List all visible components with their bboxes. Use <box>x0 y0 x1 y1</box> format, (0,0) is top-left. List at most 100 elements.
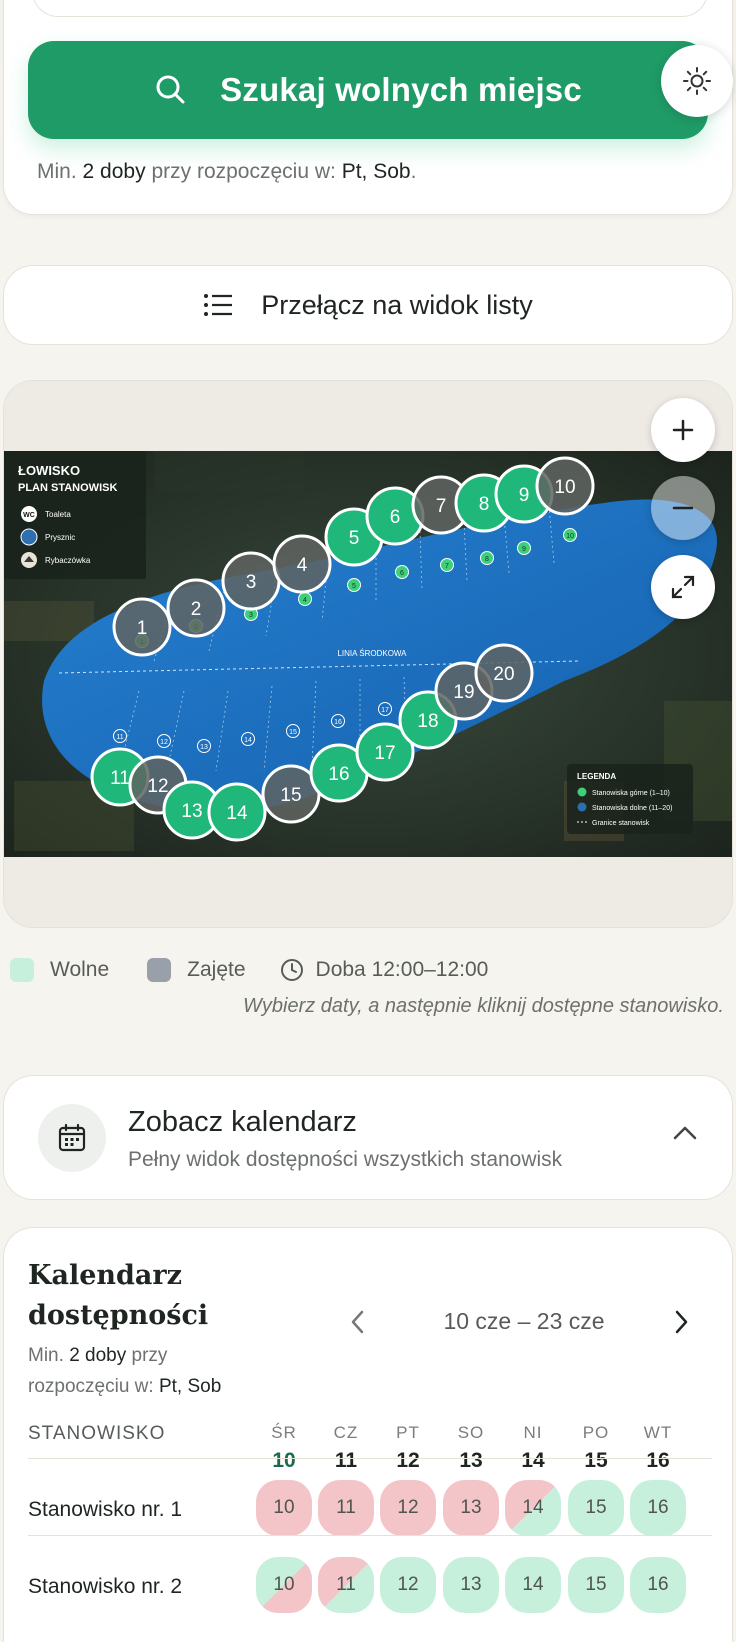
mini-marker-label: 13 <box>200 744 208 751</box>
calendar-day-cell[interactable]: 14 <box>505 1480 561 1536</box>
plus-icon <box>672 419 694 441</box>
map-spot-label: 8 <box>479 494 490 515</box>
calendar-toggle[interactable]: Zobacz kalendarz Pełny widok dostępności… <box>3 1075 733 1200</box>
next-range-button[interactable] <box>672 1308 690 1336</box>
calendar-day-cell[interactable]: 14 <box>505 1557 561 1613</box>
hours-label: Doba 12:00–12:00 <box>315 958 489 981</box>
day-number: 12 <box>396 1449 420 1472</box>
map-spot-10[interactable]: 10 <box>535 456 595 516</box>
map-spot-label: 1 <box>137 618 148 639</box>
calendar-day-cell[interactable]: 13 <box>443 1480 499 1536</box>
day-name: PO <box>582 1423 610 1442</box>
map-spot-label: 6 <box>390 507 401 528</box>
calendar-icon <box>58 1123 86 1152</box>
mini-marker-label: 9 <box>522 546 526 553</box>
min-note-days: Pt, Sob <box>341 160 411 183</box>
busy-swatch <box>147 958 172 982</box>
map-spot-label: 10 <box>554 477 575 498</box>
calendar-day-cell[interactable]: 10 <box>256 1557 312 1613</box>
day-name: CZ <box>333 1423 359 1442</box>
day-name: ŚR <box>271 1423 297 1442</box>
calendar-day-cell[interactable]: 16 <box>630 1480 686 1536</box>
map-spot-label: 5 <box>349 528 360 549</box>
day-number: 14 <box>521 1449 545 1472</box>
mini-marker-label: 7 <box>445 563 449 570</box>
zoom-out-button[interactable] <box>651 476 715 540</box>
map-spot-label: 11 <box>110 768 130 789</box>
map-spot-label: 16 <box>328 764 349 785</box>
map-spot-label: 4 <box>297 555 308 576</box>
theme-toggle-button[interactable] <box>661 45 733 117</box>
map-legend-title: LEGENDA <box>577 772 616 781</box>
clock-icon <box>280 959 303 981</box>
calendar-day-cell[interactable]: 13 <box>443 1557 499 1613</box>
min-note-mid: przy rozpoczęciu w: <box>151 160 336 183</box>
mini-marker-label: 10 <box>566 533 574 540</box>
minus-icon <box>672 506 694 510</box>
shower-label: Prysznic <box>45 533 75 542</box>
map-spot-label: 12 <box>147 776 168 797</box>
calendar-day-cell[interactable]: 12 <box>380 1557 436 1613</box>
search-button-label: Szukaj wolnych miejsc <box>220 71 582 108</box>
expand-icon <box>671 575 695 599</box>
day-column-header: ŚR 10 <box>256 1423 312 1473</box>
list-view-toggle-button[interactable]: Przełącz na widok listy <box>3 265 733 345</box>
calendar-day-cell[interactable]: 12 <box>380 1480 436 1536</box>
toilet-label: Toaleta <box>45 510 71 519</box>
shower-icon <box>20 528 38 546</box>
legend-lower: Stanowiska dolne (11–20) <box>592 805 672 812</box>
chevron-up-icon <box>673 1126 697 1140</box>
fullscreen-button[interactable] <box>651 555 715 619</box>
map-spot-14[interactable]: 14 <box>207 782 267 842</box>
mini-marker-label: 15 <box>289 729 297 736</box>
mini-marker-label: 5 <box>352 583 356 590</box>
mini-marker-label: 4 <box>303 597 307 604</box>
map-spot-3[interactable]: 3 <box>221 551 281 611</box>
mini-marker-label: 3 <box>249 612 253 619</box>
map-title-panel: ŁOWISKO PLAN STANOWISK WC Toaleta Pryszn… <box>4 451 146 579</box>
map-spot-label: 7 <box>436 496 447 517</box>
zoom-in-button[interactable] <box>651 398 715 462</box>
map-spot-label: 18 <box>417 711 438 732</box>
calendar-day-cell[interactable]: 11 <box>318 1557 374 1613</box>
search-icon <box>156 75 185 104</box>
calendar-day-cell[interactable]: 11 <box>318 1480 374 1536</box>
mini-marker-label: 11 <box>116 734 123 741</box>
prev-range-button[interactable] <box>349 1308 367 1336</box>
map-spot-label: 20 <box>493 664 514 685</box>
mini-marker-label: 8 <box>485 556 489 563</box>
day-number: 10 <box>272 1449 296 1472</box>
toilet-badge: WC <box>23 512 35 519</box>
fishery-map[interactable]: LINIA ŚRODKOWA 1234567891011121314151617… <box>4 451 732 857</box>
list-icon <box>204 294 233 316</box>
calendar-day-cell[interactable]: 15 <box>568 1557 624 1613</box>
centerline-label: LINIA ŚRODKOWA <box>337 649 407 658</box>
calendar-min-note: Min. 2 doby przy rozpoczęciu w: Pt, Sob <box>28 1340 268 1402</box>
day-name: SO <box>457 1423 485 1442</box>
map-spot-1[interactable]: 1 <box>112 597 172 657</box>
calendar-day-cell[interactable]: 15 <box>568 1480 624 1536</box>
row-divider <box>28 1535 712 1536</box>
calendar-heading-line1: Kalendarz <box>28 1260 182 1291</box>
map-legend-panel: LEGENDA Stanowiska górne (1–10) Stanowis… <box>567 764 693 834</box>
day-number: 15 <box>584 1449 608 1472</box>
legend-boundaries: Granice stanowisk <box>592 820 650 827</box>
date-field[interactable] <box>32 0 708 17</box>
date-range: 10 cze – 23 cze <box>443 1308 605 1334</box>
map-spot-20[interactable]: 20 <box>474 643 534 703</box>
sun-icon <box>683 67 711 95</box>
map-spot-label: 15 <box>280 785 301 806</box>
calendar-icon-wrap <box>38 1104 106 1172</box>
calendar-day-cell[interactable]: 16 <box>630 1557 686 1613</box>
day-name: NI <box>523 1423 543 1442</box>
spot-row-label: Stanowisko nr. 2 <box>28 1575 183 1598</box>
day-number: 13 <box>459 1449 483 1472</box>
min-stay-note: Min. 2 doby przy rozpoczęciu w: Pt, Sob. <box>37 160 416 184</box>
search-free-spots-button[interactable]: Szukaj wolnych miejsc <box>28 41 708 139</box>
map-spot-2[interactable]: 2 <box>166 578 226 638</box>
map-spot-4[interactable]: 4 <box>272 534 332 594</box>
min-note-end: . <box>410 160 417 183</box>
calendar-day-cell[interactable]: 10 <box>256 1480 312 1536</box>
day-name: PT <box>396 1423 420 1442</box>
availability-calendar: Kalendarz dostępności Min. 2 doby przy r… <box>3 1227 733 1642</box>
